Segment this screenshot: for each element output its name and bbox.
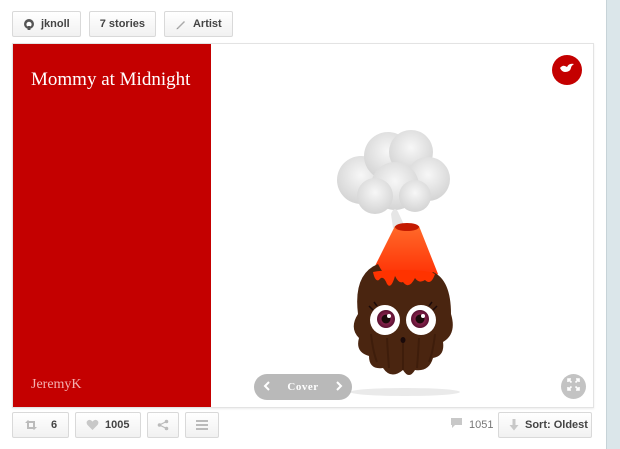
comment-icon [450, 416, 463, 434]
repost-count: 6 [51, 419, 58, 431]
top-toolbar: jknoll 7 stories Artist [12, 11, 233, 37]
volcano-creature-illustration [333, 124, 473, 404]
repost-icon [23, 419, 39, 431]
artist-button[interactable]: Artist [163, 11, 233, 37]
share-icon [157, 419, 169, 431]
sort-button[interactable]: Sort: Oldest [498, 412, 592, 438]
fullscreen-button[interactable] [561, 374, 586, 399]
bird-badge[interactable] [552, 55, 582, 85]
page-navigator: Cover [254, 374, 352, 400]
sort-label: Sort: Oldest [525, 419, 588, 431]
artist-button-label: Artist [192, 18, 222, 30]
user-button[interactable]: jknoll [12, 11, 81, 37]
stories-button-label: 7 stories [99, 18, 145, 30]
user-button-label: jknoll [41, 18, 70, 30]
menu-button[interactable] [185, 412, 219, 438]
page-label: Cover [287, 381, 319, 393]
like-button[interactable]: 1005 [75, 412, 141, 438]
chevron-right-icon[interactable] [335, 378, 343, 396]
story-title: Mommy at Midnight [31, 69, 191, 90]
chevron-left-icon[interactable] [263, 378, 271, 396]
bottom-toolbar: 6 1005 1051 Sort: Oldest [12, 412, 594, 438]
like-count: 1005 [105, 419, 130, 431]
github-octocat-icon [23, 18, 35, 30]
stories-button[interactable]: 7 stories [88, 11, 156, 37]
bird-icon [559, 61, 575, 79]
pencil-icon [175, 18, 187, 30]
heart-icon [86, 419, 99, 431]
comment-counter[interactable]: 1051 [450, 412, 493, 438]
cover-panel: Mommy at Midnight JeremyK [13, 44, 211, 407]
share-button[interactable] [147, 412, 179, 438]
down-arrow-icon [509, 419, 519, 431]
repost-button[interactable]: 6 [12, 412, 69, 438]
expand-arrows-icon [567, 377, 580, 396]
story-card: Mommy at Midnight JeremyK Cover [12, 43, 594, 408]
menu-lines-icon [196, 420, 208, 430]
story-author[interactable]: JeremyK [31, 377, 82, 393]
page-edge-strip [606, 0, 620, 449]
comment-count: 1051 [469, 419, 494, 431]
